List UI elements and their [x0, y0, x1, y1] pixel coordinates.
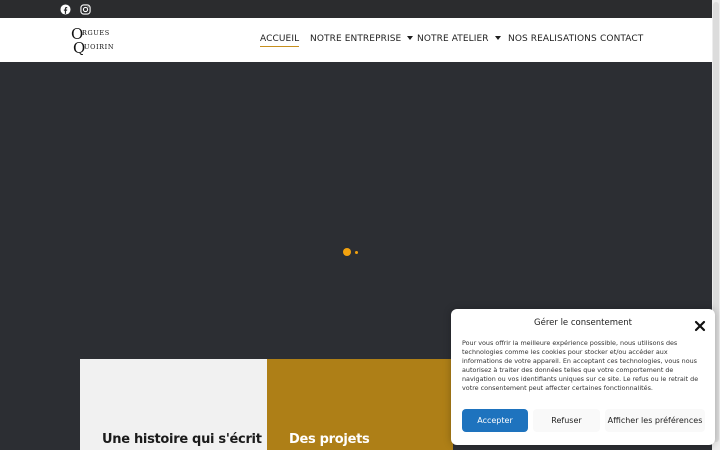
feature-card-projets[interactable]: Des projets — [267, 359, 453, 450]
accept-button[interactable]: Accepter — [462, 409, 528, 432]
card-title: Des projets — [289, 432, 370, 447]
refuse-button[interactable]: Refuser — [533, 409, 600, 432]
logo-line2: UOIRIN — [84, 43, 114, 51]
site-logo[interactable]: O RGUES Q UOIRIN — [70, 25, 130, 57]
chevron-down-icon — [407, 36, 414, 40]
social-top-bar — [0, 0, 712, 18]
instagram-icon[interactable] — [79, 3, 91, 15]
nav-item-accueil[interactable]: ACCUEIL — [260, 34, 300, 47]
facebook-icon[interactable] — [59, 3, 71, 15]
nav-item-notre-entreprise[interactable]: NOTRE ENTREPRISE — [310, 34, 414, 44]
consent-description: Pour vous offrir la meilleure expérience… — [462, 339, 699, 392]
close-icon[interactable] — [694, 317, 706, 332]
nav-item-contact[interactable]: CONTACT — [600, 34, 643, 44]
card-title: Une histoire qui s'écrit — [102, 432, 262, 447]
loader-dot-large — [343, 248, 351, 256]
nav-item-notre-atelier[interactable]: NOTRE ATELIER — [417, 34, 501, 44]
feature-card-histoire[interactable]: Une histoire qui s'écrit — [80, 359, 267, 450]
chevron-down-icon — [494, 36, 501, 40]
consent-title: Gérer le consentement — [534, 318, 632, 328]
logo-line1: RGUES — [82, 29, 110, 37]
site-header: O RGUES Q UOIRIN ACCUEIL NOTRE ENTREPRIS… — [0, 18, 712, 62]
cookie-consent-dialog: Gérer le consentement Pour vous offrir l… — [451, 309, 715, 445]
nav-item-nos-realisations[interactable]: NOS REALISATIONS — [508, 34, 597, 44]
view-preferences-button[interactable]: Afficher les préférences — [605, 409, 705, 432]
loader-dot-small — [355, 251, 358, 254]
